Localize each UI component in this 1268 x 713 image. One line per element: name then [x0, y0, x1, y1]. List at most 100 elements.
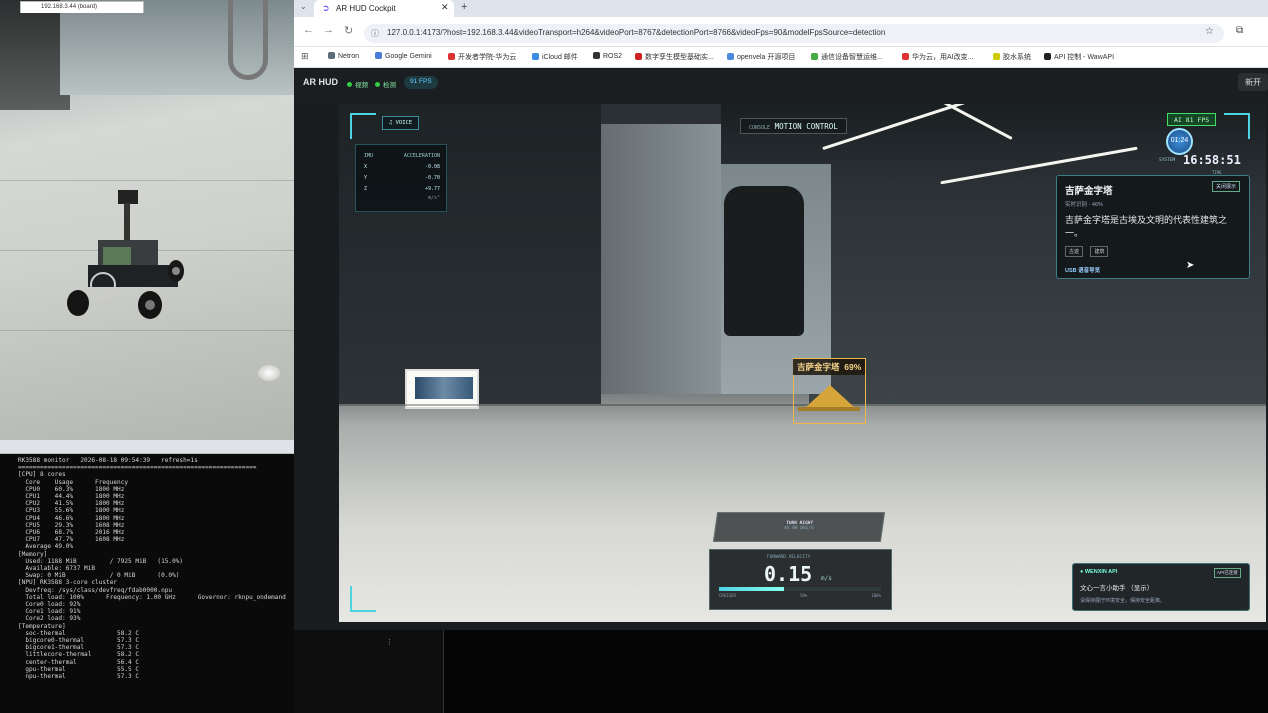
bookmark-item[interactable]: 数字孪生模型基础实... [635, 52, 714, 62]
motion-control-banner: CONSOLE MOTION CONTROL [740, 118, 847, 134]
terminal-line: CPU6 68.7% 2016 MHz [18, 529, 125, 537]
terminal-line: bigcore1-thermal 57.3 C [18, 644, 140, 652]
speed-scale: CRUISER 50% 100% [719, 593, 881, 598]
usb-guide-link[interactable]: USB 语音导览 [1065, 266, 1241, 274]
imu-panel: IMU ACCELERATION X -0.08 Y -0.70 Z +9.77 m/… [355, 144, 447, 212]
terminal-line: CPU2 41.5% 1800 MHz [18, 500, 125, 508]
terminal-line: CPU5 29.3% 1608 MHz [18, 521, 125, 529]
terminal-line: Core Usage Frequency [18, 478, 129, 486]
more-icon[interactable]: ⋮ [386, 638, 393, 646]
bookmark-item[interactable]: 开发者学院-华为云 [448, 52, 516, 62]
card-close-button[interactable]: 关闭展示 [1212, 181, 1241, 192]
apps-grid-icon[interactable]: ⊞ [301, 51, 309, 62]
tab-favicon-icon: ➲ [322, 3, 330, 13]
bookmark-item[interactable]: Google Gemini [375, 52, 432, 60]
bookmark-favicon-icon [593, 52, 600, 59]
bookmark-favicon-icon [811, 53, 818, 60]
hud-corner-tl [350, 113, 376, 139]
terminal-line: Total load: 100% Frequency: 1.00 GHz Gov… [18, 593, 286, 601]
robot-car-image [67, 190, 184, 319]
app-brand: AR HUD [303, 77, 338, 87]
terminal-line: ========================================… [18, 464, 257, 472]
new-tab-icon[interactable]: + [461, 1, 467, 13]
bookmark-item[interactable]: API 控制 - WawAPI [1044, 52, 1114, 62]
turn-indicator: TURN RIGHT 45.00 DEG/S [712, 512, 886, 542]
browser-tab[interactable]: AR HUD Cockpit [314, 0, 454, 17]
terminal-tab[interactable]: 192.168.3.44 (board) [20, 1, 144, 13]
terminal-line: npu-thermal 57.3 C [18, 673, 140, 681]
extensions-icon[interactable]: ⧉ [1236, 25, 1243, 36]
speed-unit: m/s [821, 575, 832, 582]
tab-search-icon[interactable]: ⌄ [300, 2, 307, 11]
terminal-line: Core2 load: 93% [18, 615, 81, 623]
fps-badge: 91 FPS [404, 76, 438, 89]
close-tab-icon[interactable]: ✕ [441, 2, 449, 13]
terminal-output: RK3588 monitor 2026-08-18 09:54:39 refre… [0, 454, 294, 713]
speed-value: 0.15 [764, 562, 813, 586]
speed-label: FORWARD VELOCITY [767, 555, 811, 560]
terminal-line: CPU0 60.3% 1800 MHz [18, 485, 125, 493]
url-text[interactable]: 127.0.0.1:4173/?host=192.168.3.44&videoT… [387, 28, 885, 37]
wenxin-message: 请保持展厅环境安全，保持安全距离。 [1080, 598, 1166, 604]
bookmark-favicon-icon [1044, 53, 1051, 60]
bookmark-item[interactable]: 胶水系统 [993, 52, 1031, 62]
bookmark-item[interactable]: iCloud 邮件 [532, 52, 578, 62]
terminal-line: [Temperature] [18, 622, 66, 630]
reload-icon[interactable]: ↻ [344, 24, 353, 37]
terminal-line: center-thermal 56.4 C [18, 658, 140, 666]
camera-photo [0, 0, 294, 440]
app-header [294, 68, 1268, 98]
terminal-line: Core1 load: 91% [18, 608, 81, 616]
card-subtitle: 实时识别 · 46% [1065, 202, 1103, 208]
terminal-line: littlecore-thermal 58.2 C [18, 651, 140, 659]
bookmark-item[interactable]: 华为云，用AI改变... [902, 52, 973, 62]
status-video: 视频 [347, 79, 368, 89]
card-description: 吉萨金字塔是古埃及文明的代表性建筑之一。 [1065, 215, 1228, 238]
voice-badge[interactable]: ♫ VOICE [382, 116, 420, 130]
secondary-terminal: ⋮ [294, 630, 444, 713]
terminal-line: RK3588 monitor 2026-08-18 09:54:39 refre… [18, 457, 198, 464]
clock-dial: 01:24 [1166, 128, 1193, 155]
bookmark-star-icon[interactable]: ☆ [1205, 26, 1214, 37]
terminal-line: [Memory] [18, 550, 48, 558]
terminal-line: CPU1 44.4% 1800 MHz [18, 493, 125, 501]
bookmark-favicon-icon [902, 53, 909, 60]
terminal-line: CPU3 55.6% 1800 MHz [18, 507, 125, 515]
terminal-line: Devfreq: /sys/class/devfreq/fdab0000.npu [18, 586, 173, 594]
ai-fps-badge: AI 81 FPS [1167, 113, 1217, 126]
new-window-button[interactable]: 新开 [1238, 73, 1268, 91]
card-tag: 古迹 [1065, 246, 1084, 257]
speed-bar-fill [719, 587, 784, 591]
terminal-line: bigcore0-thermal 57.3 C [18, 637, 140, 645]
terminal-line: Available: 6737 MiB [18, 565, 96, 573]
card-tag: 建筑 [1090, 246, 1109, 257]
terminal-line: Used: 1188 MiB / 7925 MiB (15.0%) [18, 557, 184, 565]
bookmark-favicon-icon [993, 53, 1000, 60]
back-icon[interactable]: ← [303, 24, 314, 36]
imu-header: ACCELERATION [403, 153, 440, 159]
terminal-line: soc-thermal 58.2 C [18, 629, 140, 637]
bookmark-item[interactable]: 通信设备智慧运维... [811, 52, 883, 62]
clock-time: 16:58:51 [1183, 153, 1241, 167]
wenxin-assistant-name: 文心一言小助手 （显示） [1080, 585, 1154, 592]
terminal-line: CPU7 47.7% 1608 MHz [18, 536, 125, 544]
bookmark-favicon-icon [635, 53, 642, 60]
pyramid-base [798, 407, 860, 411]
site-info-icon[interactable]: ⓘ [371, 28, 379, 39]
terminal-line: Core0 load: 92% [18, 601, 81, 609]
terminal-line: [CPU] 8 cores [18, 471, 66, 479]
bookmark-favicon-icon [375, 52, 382, 59]
bookmark-favicon-icon [727, 53, 734, 60]
wenxin-status-tag: API已连接 [1214, 568, 1241, 578]
terminal-line: [NPU] RK3588 3-core cluster [18, 579, 118, 587]
forward-icon[interactable]: → [323, 24, 334, 36]
hud-corner-tr [1224, 113, 1250, 139]
bookmark-item[interactable]: Netron [328, 52, 359, 60]
bookmark-item[interactable]: ROS2 [593, 52, 622, 60]
terminal-line: gpu-thermal 55.5 C [18, 665, 140, 673]
terminal-line: Average 49.0% [18, 543, 74, 551]
bookmark-item[interactable]: openvela 开源项目 [727, 52, 795, 62]
bookmark-favicon-icon [448, 53, 455, 60]
terminal-line: Swap: 0 MiB / 0 MiB (0.0%) [18, 572, 180, 580]
terminal-tabbar [0, 440, 294, 454]
